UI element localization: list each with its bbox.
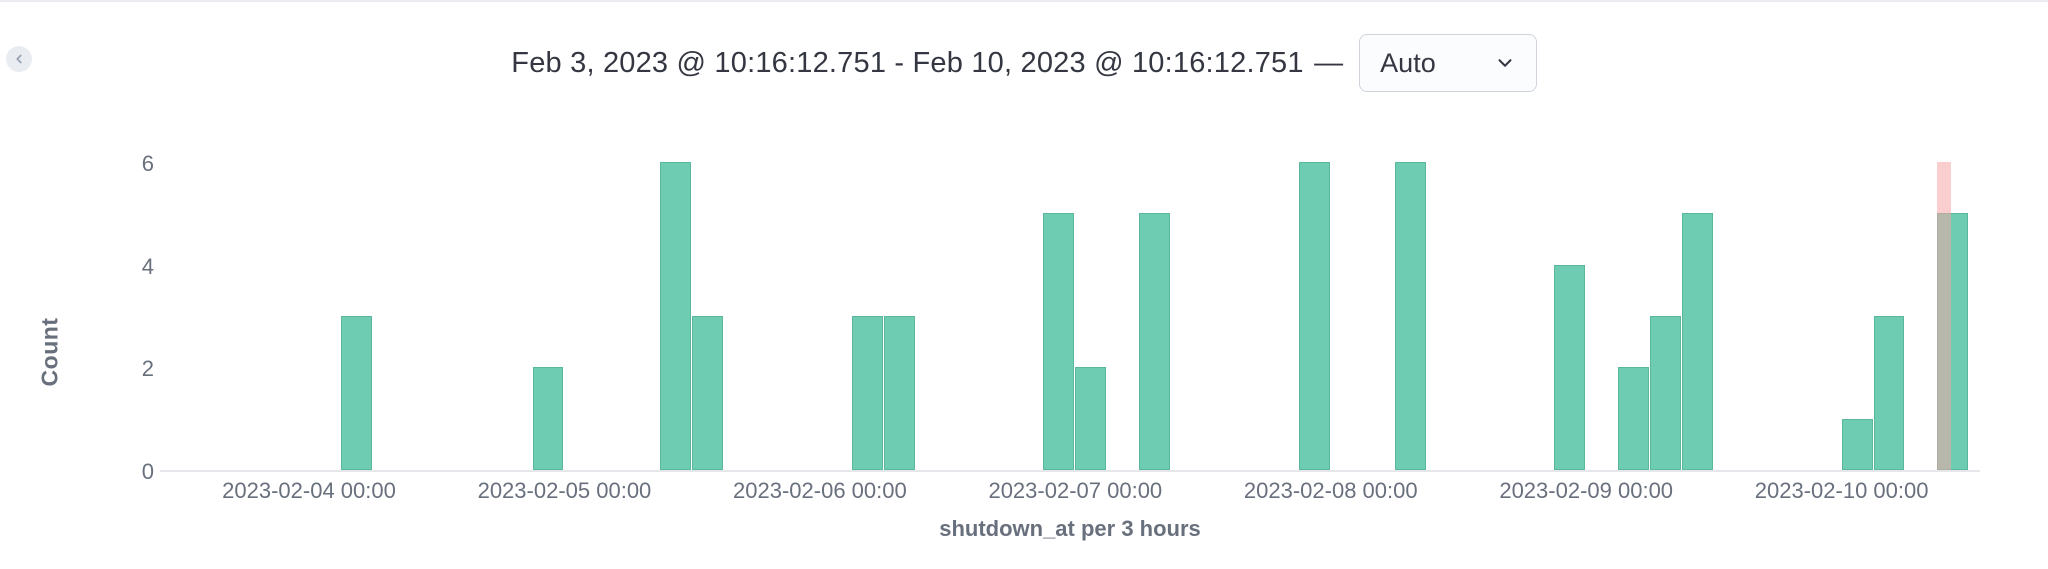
- histogram-bar[interactable]: [1842, 419, 1873, 470]
- x-tick-label: 2023-02-06 00:00: [733, 478, 907, 504]
- histogram-bar[interactable]: [1650, 316, 1681, 470]
- histogram-bar[interactable]: [1874, 316, 1905, 470]
- histogram-bar[interactable]: [1395, 162, 1426, 470]
- chart-header: Feb 3, 2023 @ 10:16:12.751 - Feb 10, 202…: [0, 34, 2048, 92]
- y-tick-label: 4: [120, 254, 154, 280]
- chevron-down-icon: [1494, 52, 1516, 74]
- histogram-bar[interactable]: [1299, 162, 1330, 470]
- y-tick-label: 0: [120, 459, 154, 485]
- x-tick-label: 2023-02-04 00:00: [222, 478, 396, 504]
- time-range-text: Feb 3, 2023 @ 10:16:12.751 - Feb 10, 202…: [511, 47, 1343, 80]
- histogram-bar[interactable]: [533, 367, 564, 470]
- plot-area[interactable]: [160, 162, 1980, 472]
- histogram-bar[interactable]: [692, 316, 723, 470]
- histogram-bar[interactable]: [660, 162, 691, 470]
- partial-bucket-overlay: [1937, 162, 1951, 470]
- x-tick-label: 2023-02-07 00:00: [988, 478, 1162, 504]
- histogram-panel: Feb 3, 2023 @ 10:16:12.751 - Feb 10, 202…: [0, 0, 2048, 569]
- y-tick-label: 6: [120, 151, 154, 177]
- histogram-bar[interactable]: [852, 316, 883, 470]
- interval-select-value: Auto: [1380, 48, 1436, 79]
- x-axis-ticks: 2023-02-04 00:00 2023-02-05 00:00 2023-02-…: [160, 478, 1980, 508]
- histogram-bar[interactable]: [1075, 367, 1106, 470]
- interval-select[interactable]: Auto: [1359, 34, 1537, 92]
- y-axis-label: Count: [37, 318, 64, 387]
- histogram-bar[interactable]: [341, 316, 372, 470]
- y-axis-ticks: 0246: [120, 162, 154, 472]
- range-em-dash: —: [1314, 47, 1343, 79]
- histogram-bar[interactable]: [1682, 213, 1713, 470]
- histogram-bar[interactable]: [1139, 213, 1170, 470]
- x-tick-label: 2023-02-08 00:00: [1244, 478, 1418, 504]
- x-tick-label: 2023-02-10 00:00: [1755, 478, 1929, 504]
- histogram-bar[interactable]: [1043, 213, 1074, 470]
- x-tick-label: 2023-02-05 00:00: [478, 478, 652, 504]
- x-axis-label: shutdown_at per 3 hours: [160, 516, 1980, 542]
- histogram-chart: Count 0246 2023-02-04 00:002023-02-05 00…: [50, 162, 1980, 542]
- x-tick-label: 2023-02-09 00:00: [1499, 478, 1673, 504]
- histogram-bar[interactable]: [1554, 265, 1585, 470]
- y-tick-label: 2: [120, 356, 154, 382]
- histogram-bar[interactable]: [884, 316, 915, 470]
- time-range-value: Feb 3, 2023 @ 10:16:12.751 - Feb 10, 202…: [511, 47, 1303, 79]
- histogram-bar[interactable]: [1618, 367, 1649, 470]
